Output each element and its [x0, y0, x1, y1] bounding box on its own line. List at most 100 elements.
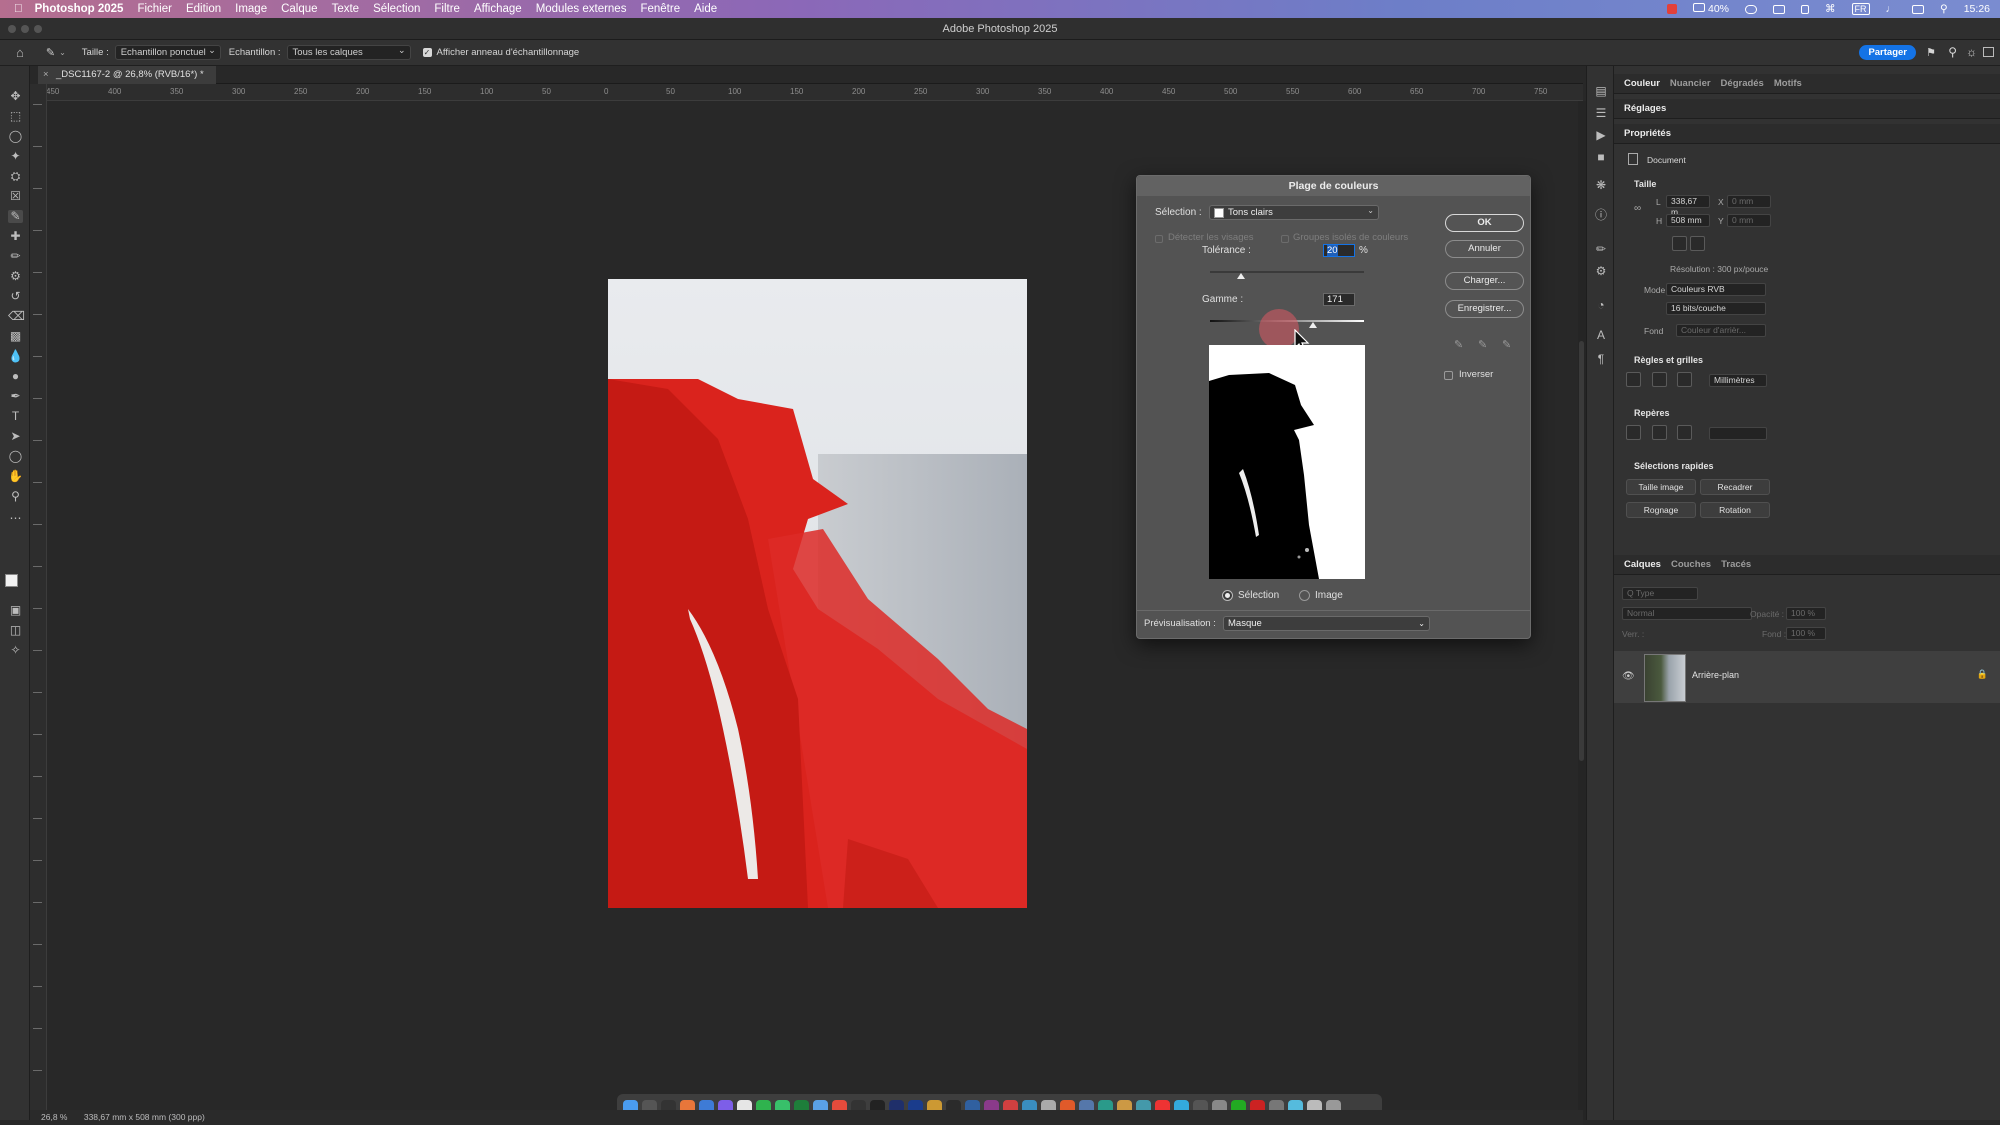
fill-field[interactable]: 100 % [1786, 627, 1826, 640]
move-tool-icon[interactable]: ✥ [8, 90, 23, 103]
pen-tool-icon[interactable]: ✒ [8, 390, 23, 403]
pixel-grid-toggle-icon[interactable] [1677, 372, 1692, 387]
detect-faces-checkbox[interactable] [1155, 235, 1163, 243]
blur-tool-icon[interactable]: 💧 [8, 350, 23, 363]
info-icon[interactable]: ⓘ [1594, 208, 1608, 222]
eyedropper-minus-icon[interactable]: ✎ [1502, 338, 1514, 351]
record-icon[interactable] [1667, 4, 1678, 14]
invert-checkbox[interactable] [1444, 371, 1453, 380]
frame-tool-icon[interactable]: ☒ [8, 190, 23, 203]
menu-edition[interactable]: Edition [186, 3, 221, 15]
height-field[interactable]: 508 mm [1666, 214, 1710, 227]
menu-texte[interactable]: Texte [332, 3, 360, 15]
history-icon[interactable]: ☰ [1594, 106, 1608, 120]
tolerance-slider-thumb[interactable] [1236, 273, 1245, 279]
tolerance-input[interactable]: 20 [1323, 244, 1355, 257]
opacity-field[interactable]: 100 % [1786, 607, 1826, 620]
preview-select[interactable]: Masque ⌄ [1223, 616, 1430, 631]
menu-fichier[interactable]: Fichier [137, 3, 172, 15]
cloud-icon[interactable] [1745, 4, 1758, 14]
rotate-button[interactable]: Rotation [1700, 502, 1770, 518]
bluetooth-icon[interactable] [1801, 4, 1810, 14]
layer-visibility-eye-icon[interactable]: 👁 [1622, 671, 1635, 682]
dodge-tool-icon[interactable]: ● [8, 370, 23, 383]
load-button[interactable]: Charger... [1445, 272, 1524, 290]
paragraph-icon[interactable]: ¶ [1594, 352, 1608, 366]
wifi-icon[interactable]: ⌘ [1825, 3, 1836, 15]
link-dimensions-icon[interactable]: ∞ [1634, 203, 1641, 214]
actions-play-icon[interactable]: ▶ [1594, 128, 1608, 142]
crop-button[interactable]: Recadrer [1700, 479, 1770, 495]
document-tab[interactable]: × _DSC1167-2 @ 26,8% (RVB/16*) * [38, 66, 216, 84]
eyedropper-tool-icon[interactable]: ✎ [8, 210, 23, 223]
layer-name[interactable]: Arrière-plan [1692, 670, 1739, 680]
search-spotlight-icon[interactable]: ⚲ [1940, 3, 1948, 15]
close-window-button[interactable] [8, 25, 16, 33]
libraries-icon[interactable]: ◔ [1594, 298, 1608, 312]
history-brush-tool-icon[interactable]: ↺ [8, 290, 23, 303]
section-regles-grilles[interactable]: Règles et grilles [1634, 355, 1703, 365]
document-image[interactable] [608, 279, 1027, 908]
control-center-icon[interactable] [1912, 4, 1925, 14]
search-icon[interactable]: ⚲ [1948, 45, 1957, 59]
type-tool-icon[interactable]: T [8, 410, 23, 423]
brush-settings-icon[interactable]: ✏ [1594, 242, 1608, 256]
landscape-orientation-icon[interactable] [1690, 236, 1705, 251]
screen-mode-icon[interactable]: ◫ [8, 624, 23, 637]
close-tab-icon[interactable]: × [43, 66, 49, 84]
histogram-icon[interactable]: ▤ [1594, 84, 1608, 98]
sample-select[interactable]: Tous les calques [286, 44, 411, 60]
guides-toggle-icon[interactable] [1626, 425, 1641, 440]
layer-lock-icon[interactable]: 🔒 [1977, 669, 1988, 680]
menu-modules-externes[interactable]: Modules externes [536, 3, 627, 15]
radio-image[interactable] [1299, 590, 1310, 601]
crop-tool-icon[interactable]: ⛭ [8, 170, 23, 183]
tab-proprietes[interactable]: Propriétés [1624, 128, 1671, 139]
minimize-window-button[interactable] [21, 25, 29, 33]
zoom-window-button[interactable] [34, 25, 42, 33]
radio-selection[interactable] [1222, 590, 1233, 601]
document-info[interactable]: 338,67 mm x 508 mm (300 ppp) [84, 1112, 205, 1122]
layer-row[interactable]: 👁 Arrière-plan 🔒 [1614, 651, 2000, 703]
quick-mask-icon[interactable]: ▣ [8, 604, 23, 617]
add-guide-icon[interactable] [1652, 425, 1667, 440]
eyedropper-icon[interactable]: ✎ [1454, 338, 1466, 351]
battery-indicator[interactable]: 40% [1693, 3, 1729, 15]
size-select[interactable]: Echantillon ponctuel [114, 44, 221, 60]
menu-aide[interactable]: Aide [694, 3, 717, 15]
eyedropper-tool-icon[interactable]: ✎ [46, 46, 55, 59]
tab-reglages[interactable]: Réglages [1624, 103, 1666, 114]
portrait-orientation-icon[interactable] [1672, 236, 1687, 251]
units-select[interactable]: Millimètres [1709, 374, 1767, 387]
marquee-tool-icon[interactable]: ⬚ [8, 110, 23, 123]
apple-icon[interactable]:  [14, 3, 23, 15]
input-source[interactable]: FR [1851, 3, 1870, 15]
grid-toggle-icon[interactable] [1652, 372, 1667, 387]
menu-filtre[interactable]: Filtre [434, 3, 460, 15]
fond-select[interactable]: Couleur d'arrièr... [1676, 324, 1766, 337]
range-slider-thumb[interactable] [1309, 322, 1318, 328]
menu-affichage[interactable]: Affichage [474, 3, 522, 15]
shape-tool-icon[interactable]: ◯ [8, 450, 23, 463]
clone-stamp-tool-icon[interactable]: ⚙ [8, 270, 23, 283]
volume-icon[interactable]: ♩ [1886, 3, 1897, 15]
menu-calque[interactable]: Calque [281, 3, 317, 15]
path-selection-tool-icon[interactable]: ➤ [8, 430, 23, 443]
clock[interactable]: 15:26 [1964, 3, 1990, 15]
section-selections-rapides[interactable]: Sélections rapides [1634, 461, 1714, 471]
foreground-color-swatch[interactable] [5, 574, 18, 587]
ok-button[interactable]: OK [1445, 214, 1524, 232]
more-tools-icon[interactable]: ⋯ [8, 512, 23, 525]
tolerance-slider-track[interactable] [1210, 271, 1364, 273]
tab-couleur[interactable]: Couleur [1624, 78, 1660, 89]
discover-icon[interactable]: ☼ [1966, 45, 1977, 59]
menu-image[interactable]: Image [235, 3, 267, 15]
share-button[interactable]: Partager [1859, 45, 1916, 60]
sampling-ring-checkbox[interactable]: ✓ [422, 48, 432, 57]
gradient-tool-icon[interactable]: ▩ [8, 330, 23, 343]
menu-selection[interactable]: Sélection [373, 3, 420, 15]
mode-select[interactable]: Couleurs RVB [1666, 283, 1766, 296]
brush-tool-icon[interactable]: ✏ [8, 250, 23, 263]
tab-calques[interactable]: Calques [1624, 559, 1661, 570]
zoom-level[interactable]: 26,8 % [41, 1112, 67, 1122]
